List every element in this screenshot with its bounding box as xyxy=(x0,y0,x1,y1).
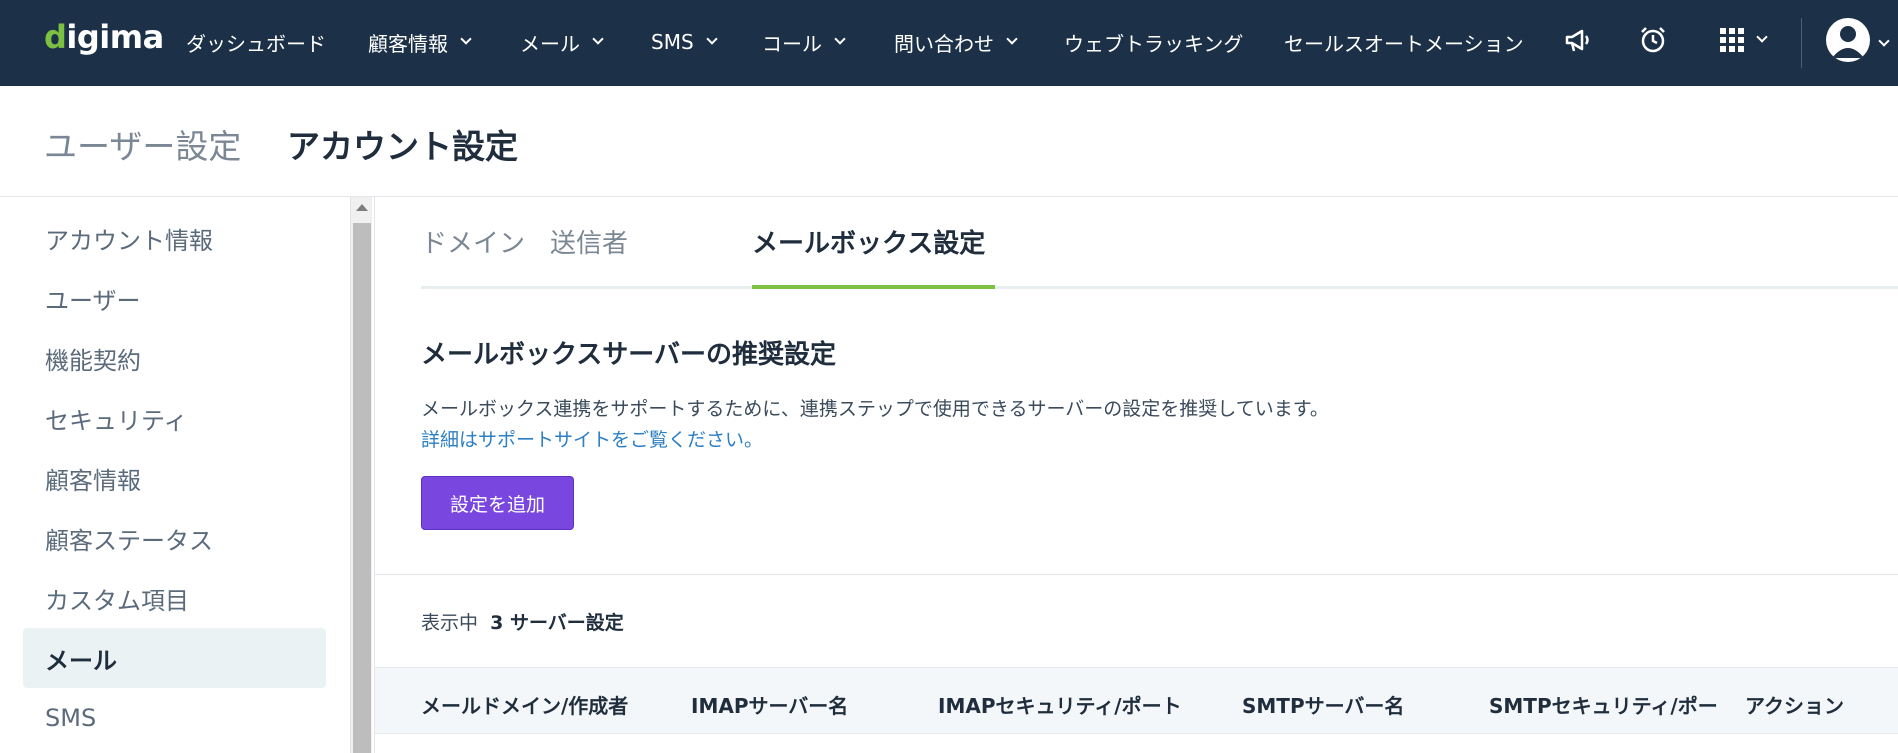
sidebar-item-account-info[interactable]: アカウント情報 xyxy=(23,208,326,268)
support-site-link[interactable]: 詳細はサポートサイトをご覧ください。 xyxy=(421,425,763,452)
sidebar-item-customer-status[interactable]: 顧客ステータス xyxy=(23,508,326,568)
result-count: 表示中 3 サーバー設定 xyxy=(421,612,624,634)
nav-item-web-tracking[interactable]: ウェブトラッキング xyxy=(1064,27,1243,57)
column-header-smtp-server[interactable]: SMTPサーバー名 xyxy=(1242,690,1472,719)
column-header-mail-domain[interactable]: メールドメイン/作成者 xyxy=(421,690,681,719)
digima-logo[interactable]: digima xyxy=(44,18,164,56)
settings-tabs: ドメイン 送信者 メールボックス設定 xyxy=(421,197,1898,289)
breadcrumb-user-settings[interactable]: ユーザー設定 xyxy=(44,120,241,168)
nav-item-customers[interactable]: 顧客情報 xyxy=(368,27,472,57)
settings-sidebar: アカウント情報 ユーザー 機能契約 セキュリティ 顧客情報 顧客ステータス カス… xyxy=(0,197,350,753)
nav-item-mail[interactable]: メール xyxy=(520,27,604,57)
main-content: ドメイン 送信者 メールボックス設定 メールボックスサーバーの推奨設定 メールボ… xyxy=(374,197,1898,753)
table-header: メールドメイン/作成者 IMAPサーバー名 IMAPセキュリティ/ポート SMT… xyxy=(375,667,1898,734)
tab-mailbox-settings[interactable]: メールボックス設定 xyxy=(752,223,985,260)
apps-grid-icon[interactable] xyxy=(1712,20,1772,60)
nav-item-inquiry[interactable]: 問い合わせ xyxy=(894,27,1018,57)
column-header-smtp-security-port[interactable]: SMTPセキュリティ/ポート xyxy=(1489,690,1721,719)
chevron-down-icon xyxy=(834,33,846,45)
megaphone-icon[interactable] xyxy=(1558,20,1598,60)
column-header-imap-server[interactable]: IMAPサーバー名 xyxy=(691,690,921,719)
sidebar-item-users[interactable]: ユーザー xyxy=(23,268,326,328)
section-divider xyxy=(375,574,1898,575)
sidebar-item-mail[interactable]: メール xyxy=(23,628,326,688)
nav-item-call[interactable]: コール xyxy=(762,27,846,57)
nav-item-sms[interactable]: SMS xyxy=(651,27,718,57)
page-title: アカウント設定 xyxy=(287,127,518,166)
sidebar-scrollbar[interactable] xyxy=(350,197,372,753)
top-navigation-bar: digima ダッシュボード 顧客情報 メール SMS コール 問い合わせ ウェ… xyxy=(0,0,1898,86)
section-description: メールボックス連携をサポートするために、連携ステップで使用できるサーバーの設定を… xyxy=(421,398,1329,420)
nav-item-dashboard[interactable]: ダッシュボード xyxy=(186,27,326,57)
chevron-down-icon xyxy=(592,33,604,45)
sidebar-item-customer-info[interactable]: 顧客情報 xyxy=(23,448,326,508)
chevron-down-icon xyxy=(460,33,472,45)
add-setting-button[interactable]: 設定を追加 xyxy=(421,476,574,530)
chevron-down-icon xyxy=(1756,31,1768,43)
chevron-down-icon xyxy=(1006,33,1018,45)
active-tab-indicator xyxy=(752,285,995,289)
scroll-up-arrow-icon[interactable] xyxy=(356,204,368,211)
sidebar-item-security[interactable]: セキュリティ xyxy=(23,388,326,448)
chevron-down-icon xyxy=(705,33,718,45)
sidebar-item-custom-fields[interactable]: カスタム項目 xyxy=(23,568,326,628)
page-header: ユーザー設定 アカウント設定 xyxy=(0,86,1898,197)
section-title: メールボックスサーバーの推奨設定 xyxy=(421,340,836,370)
alarm-clock-icon[interactable] xyxy=(1633,20,1673,60)
chevron-down-icon[interactable] xyxy=(1878,35,1890,47)
column-header-action: アクション xyxy=(1745,694,1844,718)
scrollbar-thumb[interactable] xyxy=(353,223,371,753)
tab-sender[interactable]: 送信者 xyxy=(550,223,628,260)
nav-item-sales-automation[interactable]: セールスオートメーション xyxy=(1284,27,1524,57)
sidebar-item-contracts[interactable]: 機能契約 xyxy=(23,328,326,388)
user-avatar-icon[interactable] xyxy=(1826,18,1870,62)
tab-domain[interactable]: ドメイン xyxy=(421,223,525,260)
nav-divider xyxy=(1801,18,1802,68)
column-header-imap-security-port[interactable]: IMAPセキュリティ/ポート xyxy=(938,690,1228,719)
sidebar-item-sms[interactable]: SMS xyxy=(23,688,326,748)
